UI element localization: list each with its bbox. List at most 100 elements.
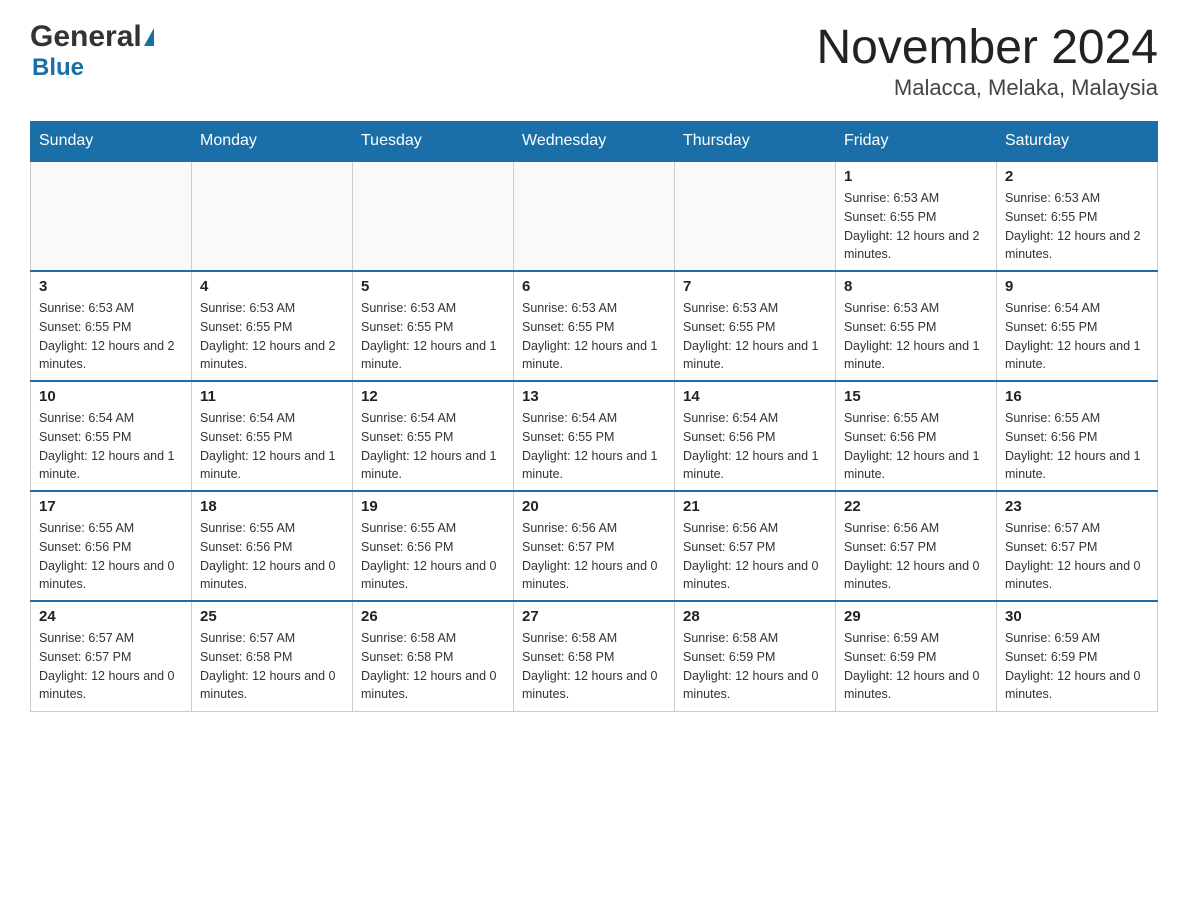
calendar-cell: 19 Sunrise: 6:55 AMSunset: 6:56 PMDayligh… [353,491,514,601]
day-info: Sunrise: 6:56 AMSunset: 6:57 PMDaylight:… [522,519,666,594]
week-row-4: 17Sunrise: 6:55 AMSunset: 6:56 PMDayligh… [31,491,1158,601]
day-info: Sunrise: 6:53 AMSunset: 6:55 PMDaylight:… [200,299,344,374]
day-info: Sunrise: 6:55 AMSunset: 6:56 PMDaylight:… [1005,409,1149,484]
day-info: Sunrise: 6:53 AMSunset: 6:55 PMDaylight:… [39,299,183,374]
day-info: Sunrise: 6:56 AMSunset: 6:57 PMDaylight:… [844,519,988,594]
day-number: 11 [200,388,344,405]
day-number: 2 [1005,168,1149,185]
day-info: Sunrise: 6:55 AMSunset: 6:56 PMDaylight:… [200,519,344,594]
page-title: November 2024 [816,20,1158,75]
day-number: 25 [200,608,344,625]
week-row-3: 10 Sunrise: 6:54 AMSunset: 6:55 PMDayligh… [31,381,1158,491]
day-number: 14 [683,388,827,405]
day-info: Sunrise: 6:54 AMSunset: 6:55 PMDaylight:… [522,409,666,484]
calendar-cell: 4 Sunrise: 6:53 AMSunset: 6:55 PMDaylight… [192,271,353,381]
calendar-cell [31,161,192,271]
calendar-cell: 5 Sunrise: 6:53 AMSunset: 6:55 PMDaylight… [353,271,514,381]
logo: General Blue [30,20,154,82]
day-number: 15 [844,388,988,405]
calendar-table: SundayMondayTuesdayWednesdayThursdayFrid… [30,121,1158,712]
calendar-cell [353,161,514,271]
day-info: Sunrise: 6:59 AMSunset: 6:59 PMDaylight:… [844,629,988,704]
calendar-cell: 24 Sunrise: 6:57 AMSunset: 6:57 PMDayligh… [31,601,192,711]
day-number: 20 [522,498,666,515]
calendar-cell: 21 Sunrise: 6:56 AMSunset: 6:57 PMDayligh… [675,491,836,601]
calendar-cell: 22 Sunrise: 6:56 AMSunset: 6:57 PMDayligh… [836,491,997,601]
day-number: 5 [361,278,505,295]
day-number: 9 [1005,278,1149,295]
calendar-cell: 14Sunrise: 6:54 AMSunset: 6:56 PMDayligh… [675,381,836,491]
calendar-cell: 6 Sunrise: 6:53 AMSunset: 6:55 PMDaylight… [514,271,675,381]
day-number: 8 [844,278,988,295]
day-number: 13 [522,388,666,405]
calendar-cell: 12 Sunrise: 6:54 AMSunset: 6:55 PMDayligh… [353,381,514,491]
calendar-cell: 26Sunrise: 6:58 AMSunset: 6:58 PMDayligh… [353,601,514,711]
day-number: 24 [39,608,183,625]
day-info: Sunrise: 6:58 AMSunset: 6:59 PMDaylight:… [683,629,827,704]
week-row-2: 3 Sunrise: 6:53 AMSunset: 6:55 PMDaylight… [31,271,1158,381]
calendar-cell: 29Sunrise: 6:59 AMSunset: 6:59 PMDayligh… [836,601,997,711]
calendar-cell: 20 Sunrise: 6:56 AMSunset: 6:57 PMDayligh… [514,491,675,601]
calendar-cell: 13 Sunrise: 6:54 AMSunset: 6:55 PMDayligh… [514,381,675,491]
logo-general-text: General [30,20,142,54]
calendar-cell [192,161,353,271]
calendar-cell: 2 Sunrise: 6:53 AMSunset: 6:55 PMDaylight… [997,161,1158,271]
calendar-cell: 17Sunrise: 6:55 AMSunset: 6:56 PMDayligh… [31,491,192,601]
day-info: Sunrise: 6:55 AMSunset: 6:56 PMDaylight:… [844,409,988,484]
calendar-cell: 28 Sunrise: 6:58 AMSunset: 6:59 PMDayligh… [675,601,836,711]
day-number: 21 [683,498,827,515]
calendar-cell: 7 Sunrise: 6:53 AMSunset: 6:55 PMDaylight… [675,271,836,381]
day-info: Sunrise: 6:54 AMSunset: 6:55 PMDaylight:… [361,409,505,484]
day-info: Sunrise: 6:58 AMSunset: 6:58 PMDaylight:… [522,629,666,704]
calendar-cell: 30 Sunrise: 6:59 AMSunset: 6:59 PMDayligh… [997,601,1158,711]
day-number: 1 [844,168,988,185]
day-number: 12 [361,388,505,405]
logo-blue-text: Blue [32,54,84,82]
day-number: 4 [200,278,344,295]
calendar-header-friday: Friday [836,122,997,162]
calendar-header-monday: Monday [192,122,353,162]
day-info: Sunrise: 6:53 AMSunset: 6:55 PMDaylight:… [1005,189,1149,264]
day-number: 19 [361,498,505,515]
day-info: Sunrise: 6:58 AMSunset: 6:58 PMDaylight:… [361,629,505,704]
day-number: 30 [1005,608,1149,625]
day-info: Sunrise: 6:53 AMSunset: 6:55 PMDaylight:… [683,299,827,374]
logo-triangle-icon [144,28,154,46]
day-number: 10 [39,388,183,405]
calendar-cell: 3 Sunrise: 6:53 AMSunset: 6:55 PMDaylight… [31,271,192,381]
calendar-cell [514,161,675,271]
day-number: 22 [844,498,988,515]
calendar-cell [675,161,836,271]
calendar-cell: 15 Sunrise: 6:55 AMSunset: 6:56 PMDayligh… [836,381,997,491]
day-info: Sunrise: 6:53 AMSunset: 6:55 PMDaylight:… [361,299,505,374]
day-info: Sunrise: 6:57 AMSunset: 6:58 PMDaylight:… [200,629,344,704]
calendar-header-thursday: Thursday [675,122,836,162]
day-info: Sunrise: 6:56 AMSunset: 6:57 PMDaylight:… [683,519,827,594]
day-info: Sunrise: 6:55 AMSunset: 6:56 PMDaylight:… [39,519,183,594]
calendar-cell: 18Sunrise: 6:55 AMSunset: 6:56 PMDayligh… [192,491,353,601]
day-info: Sunrise: 6:57 AMSunset: 6:57 PMDaylight:… [1005,519,1149,594]
calendar-cell: 27 Sunrise: 6:58 AMSunset: 6:58 PMDayligh… [514,601,675,711]
day-info: Sunrise: 6:54 AMSunset: 6:55 PMDaylight:… [39,409,183,484]
day-number: 3 [39,278,183,295]
day-info: Sunrise: 6:53 AMSunset: 6:55 PMDaylight:… [844,189,988,264]
day-number: 23 [1005,498,1149,515]
calendar-header-sunday: Sunday [31,122,192,162]
page-header: General Blue November 2024 Malacca, Mela… [30,20,1158,101]
day-info: Sunrise: 6:55 AMSunset: 6:56 PMDaylight:… [361,519,505,594]
day-info: Sunrise: 6:59 AMSunset: 6:59 PMDaylight:… [1005,629,1149,704]
day-number: 27 [522,608,666,625]
day-info: Sunrise: 6:53 AMSunset: 6:55 PMDaylight:… [844,299,988,374]
day-info: Sunrise: 6:54 AMSunset: 6:55 PMDaylight:… [1005,299,1149,374]
day-info: Sunrise: 6:53 AMSunset: 6:55 PMDaylight:… [522,299,666,374]
day-number: 28 [683,608,827,625]
calendar-cell: 1 Sunrise: 6:53 AMSunset: 6:55 PMDaylight… [836,161,997,271]
calendar-cell: 9 Sunrise: 6:54 AMSunset: 6:55 PMDaylight… [997,271,1158,381]
day-number: 16 [1005,388,1149,405]
day-number: 6 [522,278,666,295]
calendar-header-wednesday: Wednesday [514,122,675,162]
day-info: Sunrise: 6:57 AMSunset: 6:57 PMDaylight:… [39,629,183,704]
calendar-header-tuesday: Tuesday [353,122,514,162]
calendar-cell: 11Sunrise: 6:54 AMSunset: 6:55 PMDayligh… [192,381,353,491]
day-number: 7 [683,278,827,295]
